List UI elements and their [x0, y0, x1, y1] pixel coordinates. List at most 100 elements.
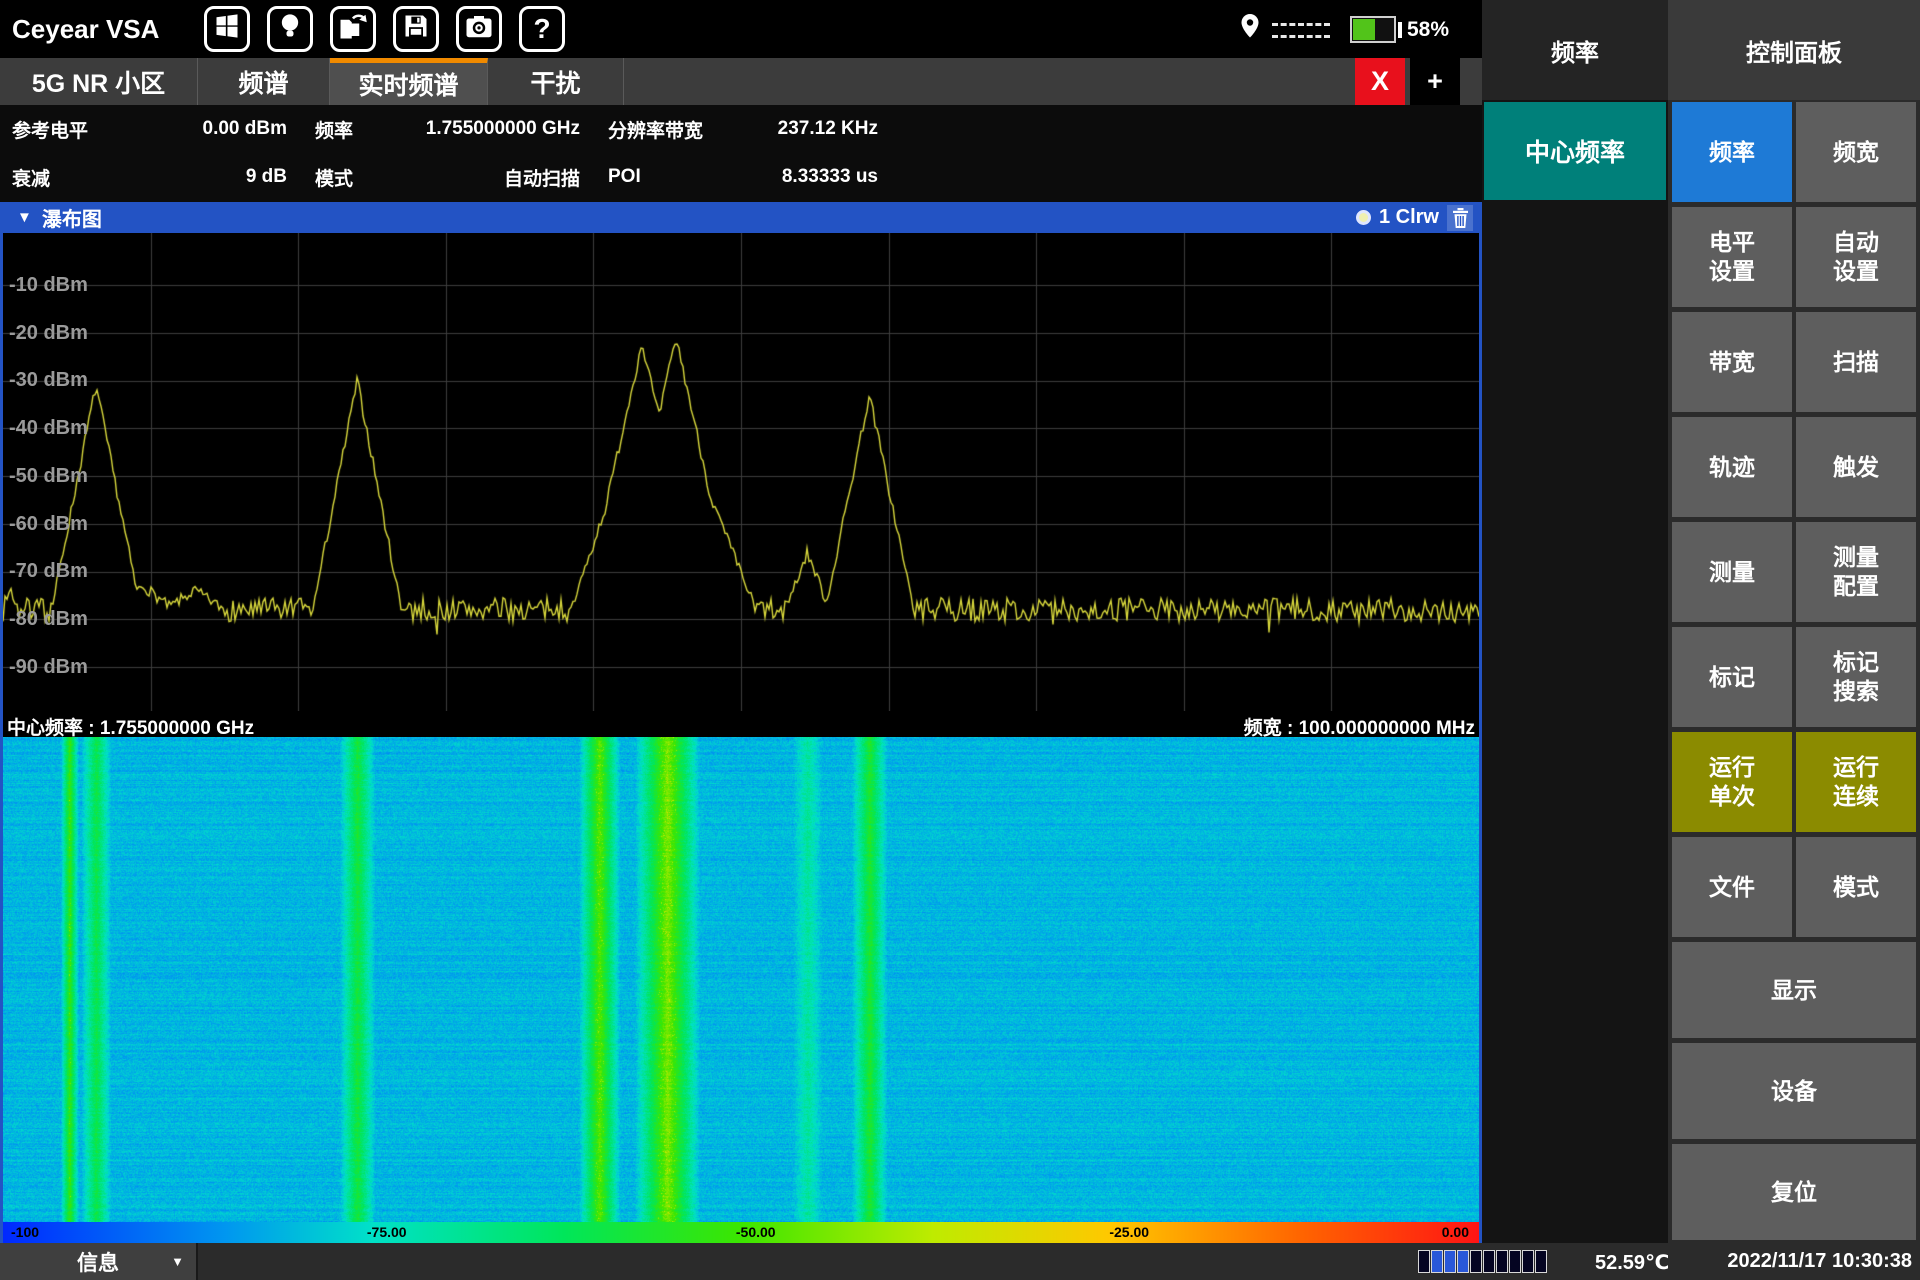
y-axis-tick: -70 dBm — [9, 559, 88, 583]
battery-icon — [1350, 16, 1396, 43]
panel-button-trace[interactable]: 轨迹 — [1672, 417, 1792, 517]
panel-button-bandwidth[interactable]: 带宽 — [1672, 312, 1792, 412]
attenuation-label: 衰减 — [12, 164, 162, 191]
attenuation-value[interactable]: 9 dB — [162, 166, 287, 188]
spectrum-trace-canvas — [3, 233, 1479, 711]
poi-label: POI — [608, 166, 743, 188]
panel-button-auto-setup[interactable]: 自动 设置 — [1796, 207, 1916, 307]
panel-button-level-setup[interactable]: 电平 设置 — [1672, 207, 1792, 307]
save-button[interactable] — [393, 6, 439, 52]
battery-fill — [1353, 19, 1375, 40]
load-button[interactable] — [330, 6, 376, 52]
panel-button-measure-config[interactable]: 测量 配置 — [1796, 522, 1916, 622]
trace-controls: 1 Clrw — [1356, 202, 1473, 233]
center-frequency-button[interactable]: 中心频率 — [1484, 102, 1666, 200]
status-block — [1418, 1250, 1430, 1273]
waterfall-display — [3, 737, 1479, 1222]
measurement-params: 参考电平 0.00 dBm 频率 1.755000000 GHz 分辨率带宽 2… — [0, 105, 1482, 202]
trace-radio-icon[interactable] — [1356, 210, 1371, 225]
frequency-value[interactable]: 1.755000000 GHz — [410, 118, 580, 140]
status-blocks — [1418, 1250, 1547, 1273]
panel-button-display[interactable]: 显示 — [1672, 942, 1916, 1038]
tab-5g-nr-cell[interactable]: 5G NR 小区 — [0, 58, 198, 105]
panel-button-marker-search[interactable]: 标记 搜索 — [1796, 627, 1916, 727]
y-axis-tick: -10 dBm — [9, 273, 88, 297]
panel-button-run-continuous[interactable]: 运行 连续 — [1796, 732, 1916, 832]
y-axis-tick: -80 dBm — [9, 607, 88, 631]
colorbar-label: -25.00 — [1109, 1224, 1149, 1240]
battery-terminal — [1398, 22, 1402, 38]
waterfall-title: 瀑布图 — [42, 203, 102, 232]
status-bar: 信息 ▼ 52.59℃ 2022/11/17 10:30:38 — [0, 1243, 1920, 1280]
battery-percent: 58% — [1407, 18, 1449, 42]
panel-button-reset[interactable]: 复位 — [1672, 1144, 1916, 1240]
mode-label: 模式 — [315, 164, 410, 191]
y-axis-tick: -50 dBm — [9, 464, 88, 488]
center-frequency-readout: 中心频率 : 1.755000000 GHz — [7, 713, 254, 740]
windows-menu-button[interactable] — [204, 6, 250, 52]
amplitude-colorbar: -100 -75.00 -50.00 -25.00 0.00 — [3, 1222, 1479, 1243]
panel-button-run-single[interactable]: 运行 单次 — [1672, 732, 1792, 832]
trace-delete-button[interactable] — [1447, 205, 1473, 231]
tab-spectrum[interactable]: 频谱 — [198, 58, 330, 105]
waterfall-header-bar: ▼ 瀑布图 1 Clrw — [3, 202, 1479, 233]
gps-status-dashes — [1272, 14, 1330, 47]
info-dropdown[interactable]: 信息 ▼ — [0, 1243, 198, 1280]
screenshot-button[interactable] — [456, 6, 502, 52]
y-axis-tick: -20 dBm — [9, 321, 88, 345]
location-pin-icon — [1238, 13, 1262, 48]
info-dropdown-label: 信息 — [77, 1247, 119, 1277]
display-area: ▼ 瀑布图 1 Clrw -10 dBm -20 dBm -30 dBm -40… — [0, 202, 1482, 1243]
colorbar-label: -100 — [11, 1224, 39, 1240]
colorbar-label: -50.00 — [736, 1224, 776, 1240]
status-block — [1496, 1250, 1508, 1273]
y-axis-tick: -90 dBm — [9, 655, 88, 679]
panel-button-device[interactable]: 设备 — [1672, 1043, 1916, 1139]
top-bar: Ceyear VSA — [0, 0, 1482, 58]
status-block — [1509, 1250, 1521, 1273]
close-tab-button[interactable]: X — [1355, 58, 1405, 105]
add-tab-button[interactable]: + — [1410, 58, 1460, 105]
bulb-icon — [276, 12, 304, 47]
question-icon: ? — [533, 13, 550, 45]
panel-button-sweep[interactable]: 扫描 — [1796, 312, 1916, 412]
battery-indicator: 58% — [1350, 16, 1449, 43]
tab-realtime-spectrum[interactable]: 实时频谱 — [330, 58, 488, 105]
ref-level-value[interactable]: 0.00 dBm — [162, 118, 287, 140]
y-axis-tick: -30 dBm — [9, 368, 88, 392]
poi-value[interactable]: 8.33333 us — [743, 166, 878, 188]
colorbar-label: 0.00 — [1442, 1224, 1469, 1240]
panel-button-marker[interactable]: 标记 — [1672, 627, 1792, 727]
y-axis-tick: -40 dBm — [9, 416, 88, 440]
chevron-down-icon: ▼ — [171, 1254, 184, 1269]
param-row: 参考电平 0.00 dBm 频率 1.755000000 GHz 分辨率带宽 2… — [0, 105, 1482, 153]
camera-icon — [464, 11, 494, 48]
waterfall-canvas — [3, 737, 1479, 1222]
ceyear-vsa-app: Ceyear VSA — [0, 0, 1920, 1280]
backlight-button[interactable] — [267, 6, 313, 52]
status-block — [1457, 1250, 1469, 1273]
panel-button-file[interactable]: 文件 — [1672, 837, 1792, 937]
panel-button-frequency[interactable]: 频率 — [1672, 102, 1792, 202]
mode-value[interactable]: 自动扫描 — [410, 164, 580, 191]
colorbar-label: -75.00 — [367, 1224, 407, 1240]
gps-status — [1238, 13, 1330, 48]
panel-button-trigger[interactable]: 触发 — [1796, 417, 1916, 517]
collapse-triangle-icon[interactable]: ▼ — [17, 209, 32, 226]
app-title: Ceyear VSA — [12, 14, 159, 45]
panel-button-measure[interactable]: 测量 — [1672, 522, 1792, 622]
help-button[interactable]: ? — [519, 6, 565, 52]
rbw-value[interactable]: 237.12 KHz — [743, 118, 878, 140]
frequency-readout-bar: 中心频率 : 1.755000000 GHz 频宽 : 100.00000000… — [3, 711, 1479, 737]
status-block — [1535, 1250, 1547, 1273]
y-axis-tick: -60 dBm — [9, 512, 88, 536]
control-panel-title: 控制面板 — [1668, 0, 1920, 100]
frequency-panel-title: 频率 — [1482, 0, 1668, 100]
folder-load-icon — [338, 11, 368, 48]
panel-button-span[interactable]: 频宽 — [1796, 102, 1916, 202]
status-block — [1470, 1250, 1482, 1273]
panel-button-mode[interactable]: 模式 — [1796, 837, 1916, 937]
tab-interference[interactable]: 干扰 — [488, 58, 624, 105]
param-row: 衰减 9 dB 模式 自动扫描 POI 8.33333 us — [0, 153, 1482, 201]
status-block — [1483, 1250, 1495, 1273]
